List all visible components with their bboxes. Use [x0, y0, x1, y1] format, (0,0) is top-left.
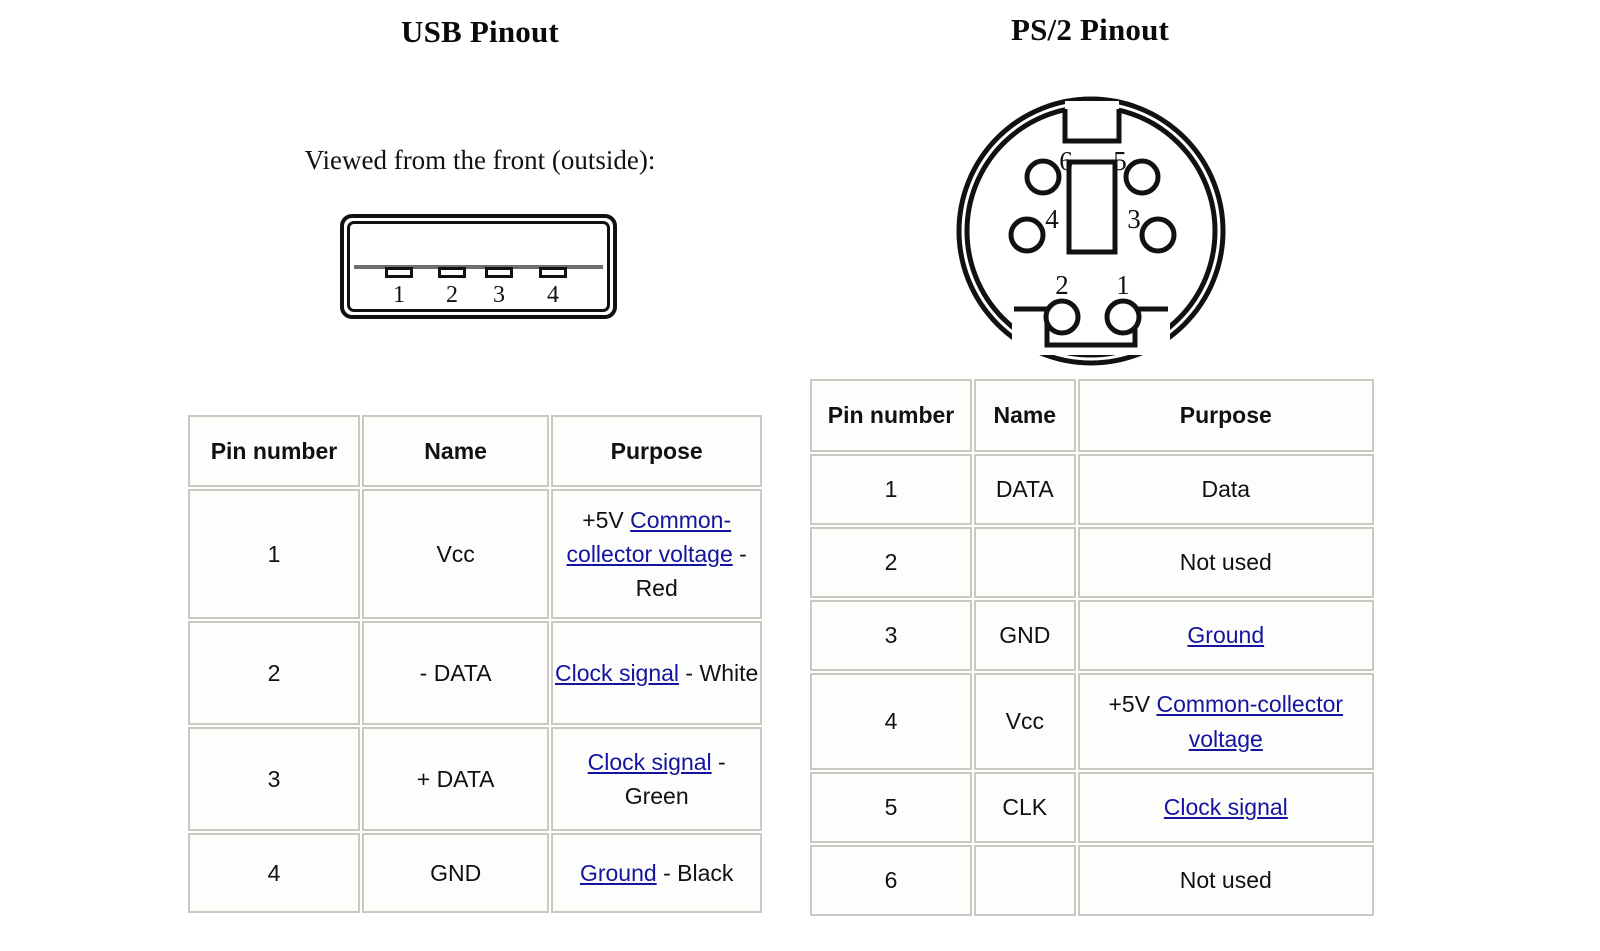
- ps2-pin-label-1: 1: [1116, 270, 1130, 300]
- purpose-link[interactable]: Clock signal: [555, 660, 679, 686]
- table-header-row: Pin number Name Purpose: [188, 415, 762, 487]
- table-row: 1 DATA Data: [810, 454, 1374, 525]
- ps2-header-name: Name: [974, 379, 1076, 452]
- ps2-pin-hole-3: [1139, 216, 1177, 254]
- purpose-text: - Black: [656, 859, 734, 886]
- usb-type-a-connector-diagram: 1 2 3 4: [340, 214, 617, 319]
- table-row: 3 GND Ground: [810, 600, 1374, 671]
- usb-pin-contact-3: [485, 267, 513, 278]
- table-row: 5 CLK Clock signal: [810, 772, 1374, 843]
- ps2-page-title: PS/2 Pinout: [1010, 12, 1170, 47]
- ps2-cell-name-3: GND: [974, 600, 1076, 671]
- usb-cell-pin-1: 1: [188, 489, 360, 619]
- ps2-cell-purpose-1: Data: [1077, 454, 1374, 525]
- table-row: 1 Vcc +5V Common-collector voltage - Red: [188, 489, 762, 619]
- purpose-text: +5V: [1108, 691, 1157, 718]
- ps2-pin-label-4: 4: [1045, 204, 1059, 234]
- table-row: 2 - DATA Clock signal - White: [188, 621, 762, 725]
- ps2-cell-name-1: DATA: [974, 454, 1076, 525]
- table-row: 4 Vcc +5V Common-collector voltage: [810, 673, 1374, 770]
- purpose-link[interactable]: Clock signal: [588, 749, 712, 775]
- ps2-pin-hole-5: [1123, 158, 1161, 196]
- usb-cell-pin-4: 4: [188, 833, 360, 913]
- usb-pin-contact-2: [438, 267, 466, 278]
- ps2-table-body: 1 DATA Data 2 Not used 3 GND Ground 4 Vc…: [810, 454, 1374, 916]
- ps2-pin-label-3: 3: [1127, 204, 1141, 234]
- table-row: 6 Not used: [810, 845, 1374, 916]
- ps2-cell-purpose-4: +5V Common-collector voltage: [1077, 673, 1374, 770]
- ps2-cell-purpose-3: Ground: [1077, 600, 1374, 671]
- ps2-cell-pin-6: 6: [810, 845, 973, 916]
- table-header-row: Pin number Name Purpose: [810, 379, 1374, 452]
- ps2-pin-label-2: 2: [1055, 270, 1069, 300]
- table-row: 4 GND Ground - Black: [188, 833, 762, 913]
- ps2-cell-name-6: [974, 845, 1076, 916]
- ps2-cell-purpose-5: Clock signal: [1077, 772, 1374, 843]
- ps2-cell-name-5: CLK: [974, 772, 1076, 843]
- usb-cell-purpose-3: Clock signal - Green: [551, 727, 762, 831]
- ps2-pin-hole-4: [1008, 216, 1046, 254]
- purpose-link[interactable]: Ground: [1187, 622, 1264, 648]
- ps2-cell-purpose-6: Not used: [1077, 845, 1374, 916]
- usb-cell-name-3: + DATA: [361, 727, 550, 831]
- usb-cell-purpose-1: +5V Common-collector voltage - Red: [551, 489, 762, 619]
- usb-cell-pin-2: 2: [188, 621, 360, 725]
- purpose-text: Not used: [1179, 549, 1272, 576]
- purpose-text: Not used: [1179, 867, 1272, 894]
- ps2-pin-hole-6: [1024, 158, 1062, 196]
- usb-pin-label-3: 3: [493, 282, 505, 308]
- ps2-cell-pin-1: 1: [810, 454, 973, 525]
- usb-pin-label-2: 2: [446, 282, 458, 308]
- ps2-pin-hole-1: [1104, 298, 1142, 336]
- purpose-text: +5V: [582, 506, 631, 533]
- purpose-text: Data: [1201, 476, 1251, 503]
- ps2-cell-pin-4: 4: [810, 673, 973, 770]
- usb-pinout-table: Pin number Name Purpose 1 Vcc +5V Common…: [186, 413, 764, 915]
- ps2-pin-label-6: 6: [1059, 146, 1073, 176]
- purpose-link[interactable]: Ground: [580, 860, 657, 886]
- purpose-link[interactable]: Clock signal: [1164, 794, 1288, 820]
- usb-pin-label-1: 1: [393, 282, 405, 308]
- ps2-mini-din-6-connector-diagram: 6 5 4 3 2 1: [952, 95, 1230, 370]
- usb-cell-purpose-2: Clock signal - White: [551, 621, 762, 725]
- usb-cell-name-4: GND: [361, 833, 550, 913]
- ps2-top-notch-mask: [1065, 101, 1119, 141]
- ps2-connector-svg: 6 5 4 3 2 1: [956, 96, 1226, 366]
- usb-table-body: 1 Vcc +5V Common-collector voltage - Red…: [188, 489, 762, 913]
- usb-page-title: USB Pinout: [401, 14, 559, 49]
- usb-cell-purpose-4: Ground - Black: [551, 833, 762, 913]
- purpose-link[interactable]: Common-collector voltage: [1156, 691, 1343, 751]
- ps2-pinout-table: Pin number Name Purpose 1 DATA Data 2 No…: [808, 377, 1376, 918]
- ps2-cell-name-2: [974, 527, 1076, 598]
- purpose-text: - White: [679, 659, 759, 686]
- usb-pin-contact-1: [385, 267, 413, 278]
- ps2-cell-purpose-2: Not used: [1077, 527, 1374, 598]
- ps2-pin-label-5: 5: [1113, 146, 1127, 176]
- usb-pin-label-4: 4: [547, 282, 559, 308]
- usb-header-name: Name: [361, 415, 550, 487]
- table-row: 3 + DATA Clock signal - Green: [188, 727, 762, 831]
- ps2-cell-pin-5: 5: [810, 772, 973, 843]
- usb-header-purpose: Purpose: [551, 415, 762, 487]
- usb-pin-contact-4: [539, 267, 567, 278]
- usb-cell-name-2: - DATA: [361, 621, 550, 725]
- usb-cell-pin-3: 3: [188, 727, 360, 831]
- ps2-header-pin-number: Pin number: [810, 379, 973, 452]
- usb-view-note: Viewed from the front (outside):: [304, 145, 656, 175]
- ps2-cell-pin-3: 3: [810, 600, 973, 671]
- ps2-bottom-notch-mask: [1012, 307, 1170, 355]
- usb-cell-name-1: Vcc: [361, 489, 550, 619]
- ps2-pin-hole-2: [1043, 298, 1081, 336]
- usb-header-pin-number: Pin number: [188, 415, 360, 487]
- ps2-header-purpose: Purpose: [1077, 379, 1374, 452]
- ps2-center-key: [1066, 159, 1118, 255]
- table-row: 2 Not used: [810, 527, 1374, 598]
- ps2-cell-name-4: Vcc: [974, 673, 1076, 770]
- ps2-cell-pin-2: 2: [810, 527, 973, 598]
